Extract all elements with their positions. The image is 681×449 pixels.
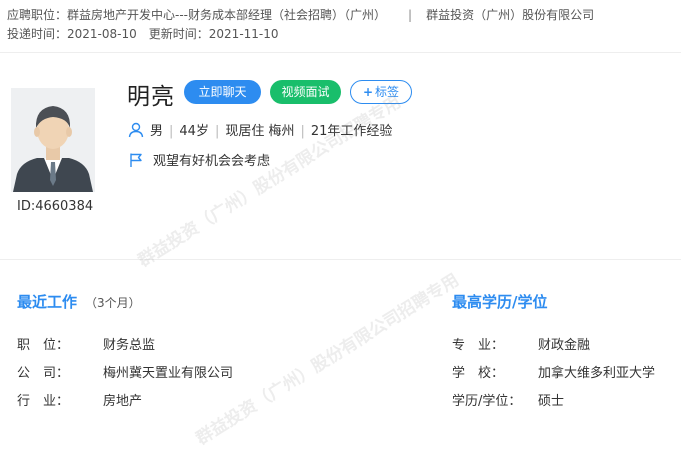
video-interview-button[interactable]: 视频面试 [270, 80, 341, 104]
position-value: 群益房地产开发中心---财务成本部经理（社会招聘）（广州） [67, 8, 387, 22]
field-value: 梅州冀天置业有限公司 [103, 366, 234, 381]
update-time-label: 更新时间： [148, 27, 209, 41]
age: 44岁 [179, 124, 209, 139]
gender: 男 [150, 124, 164, 139]
education-school: 学 校： 加拿大维多利亚大学 [452, 362, 655, 381]
delivery-time-label: 投递时间： [7, 27, 68, 41]
recent-work-title: 最近工作 [17, 293, 78, 311]
recent-work-heading: 最近工作 （3个月） [17, 291, 141, 312]
field-label: 职 位： [17, 338, 70, 353]
job-status-text: 观望有好机会会考虑 [153, 154, 271, 169]
field-value: 房地产 [103, 394, 143, 409]
field-label: 学历/学位： [452, 394, 522, 409]
application-header: 应聘职位：群益房地产开发中心---财务成本部经理（社会招聘）（广州） | 群益投资（… [0, 0, 681, 53]
education-degree: 学历/学位： 硕士 [452, 390, 564, 409]
education-heading: 最高学历/学位 [452, 291, 547, 312]
delivery-time-value: 2021-08-10 [67, 27, 137, 41]
recent-work-duration: （3个月） [85, 296, 141, 310]
field-label: 学 校： [452, 366, 505, 381]
field-value: 硕士 [538, 394, 565, 409]
recent-work-industry: 行 业： 房地产 [17, 390, 142, 409]
flag-icon [128, 152, 144, 172]
time-info-row: 投递时间：2021-08-10 更新时间：2021-11-10 [7, 25, 279, 42]
field-value: 加拿大维多利亚大学 [538, 366, 656, 381]
residence: 现居住 梅州 [225, 124, 295, 139]
person-avatar-icon [11, 88, 95, 192]
tag-button-label: 标签 [375, 85, 400, 99]
candidate-id: ID:4660384 [17, 199, 94, 214]
job-status: 观望有好机会会考虑 [128, 150, 270, 172]
user-icon [128, 122, 144, 142]
avatar [11, 88, 95, 192]
company-name: 群益投资（广州）股份有限公司 [426, 8, 595, 22]
field-label: 公 司： [17, 366, 70, 381]
field-label: 行 业： [17, 394, 70, 409]
field-value: 财政金融 [538, 338, 591, 353]
field-value: 财务总监 [103, 338, 156, 353]
header-separator: | [408, 8, 413, 22]
recent-work-company: 公 司： 梅州冀天置业有限公司 [17, 362, 233, 381]
position-label: 应聘职位： [7, 8, 68, 22]
field-label: 专 业： [452, 338, 505, 353]
candidate-name: 明亮 [127, 84, 175, 110]
education-title: 最高学历/学位 [452, 293, 548, 311]
work-experience: 21年工作经验 [310, 124, 393, 139]
application-info-row: 应聘职位：群益房地产开发中心---财务成本部经理（社会招聘）（广州） | 群益投资（… [7, 6, 594, 23]
candidate-basic-info: 男 | 44岁 | 现居住 梅州 | 21年工作经验 [128, 120, 392, 142]
plus-icon: + [362, 85, 374, 99]
update-time-value: 2021-11-10 [208, 27, 279, 41]
candidate-profile: ID:4660384 明亮 立即聊天 视频面试 + 标签 男 | 44岁 | 现居住 梅州… [0, 53, 681, 260]
watermark: 群益投资（广州）股份有限公司招聘专用 [192, 270, 463, 449]
education-major: 专 业： 财政金融 [452, 334, 590, 353]
chat-now-button[interactable]: 立即聊天 [184, 80, 261, 104]
add-tag-button[interactable]: + 标签 [350, 80, 412, 104]
recent-work-position: 职 位： 财务总监 [17, 334, 155, 353]
